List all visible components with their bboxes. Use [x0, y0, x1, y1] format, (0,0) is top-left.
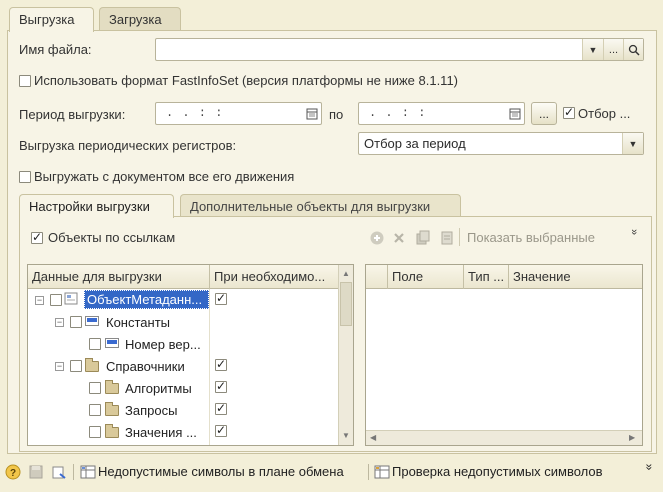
movements-label: Выгружать с документом все его движения	[34, 169, 295, 184]
export-data-tree: Данные для выгрузки При необходимо... − …	[27, 264, 354, 446]
periodic-dropdown-button[interactable]: ▼	[622, 133, 643, 154]
more-chevron-icon[interactable]: »	[628, 229, 640, 235]
tab-import[interactable]: Загрузка	[99, 7, 181, 31]
row-checkbox[interactable]	[70, 316, 82, 328]
invalid-symbols-plan-button[interactable]: Недопустимые символы в плане обмена	[98, 464, 344, 479]
column-header-value[interactable]: Значение	[513, 269, 633, 284]
constant-icon	[105, 338, 119, 348]
show-selected-button[interactable]: Показать выбранные	[467, 230, 595, 245]
ref-objects-checkbox[interactable]	[31, 230, 43, 244]
if-needed-checkbox[interactable]	[215, 423, 227, 437]
column-header-data[interactable]: Данные для выгрузки	[32, 269, 207, 284]
period-to-label: по	[329, 107, 344, 122]
scroll-thumb[interactable]	[340, 282, 352, 326]
collapse-icon[interactable]: −	[55, 318, 64, 327]
tab-additional-objects[interactable]: Дополнительные объекты для выгрузки	[180, 194, 461, 217]
tab-settings[interactable]: Настройки выгрузки	[19, 194, 174, 218]
metadata-icon	[64, 292, 78, 305]
movements-checkbox[interactable]	[19, 171, 31, 183]
folder-icon	[105, 380, 119, 394]
status-more-icon[interactable]: »	[642, 464, 656, 471]
tab-export[interactable]: Выгрузка	[9, 7, 94, 32]
period-to-value: . . : :	[369, 106, 427, 120]
search-button[interactable]	[623, 39, 643, 60]
row-label: Константы	[106, 315, 170, 330]
file-name-label: Имя файла:	[19, 42, 92, 57]
filter-checkbox[interactable]	[563, 105, 575, 119]
row-checkbox[interactable]	[70, 360, 82, 372]
copy-icon[interactable]	[415, 230, 431, 246]
file-name-field[interactable]: ▼ ...	[155, 38, 644, 61]
table-grid-icon	[80, 465, 96, 479]
dropdown-button[interactable]: ▼	[582, 39, 603, 60]
check-symbols-icon	[374, 465, 390, 479]
ref-objects-label: Объекты по ссылкам	[48, 230, 176, 245]
calendar-to-button[interactable]	[504, 103, 525, 124]
tab-export-label: Выгрузка	[19, 12, 75, 27]
if-needed-checkbox[interactable]	[215, 401, 227, 415]
open-file-icon[interactable]	[51, 464, 67, 480]
column-header-field[interactable]: Поле	[392, 269, 462, 284]
calendar-from-button[interactable]	[301, 103, 322, 124]
period-label: Период выгрузки:	[19, 107, 126, 122]
row-checkbox[interactable]	[50, 294, 62, 306]
tab-additional-label: Дополнительные объекты для выгрузки	[190, 199, 431, 214]
choose-label: ...	[608, 43, 619, 56]
chevron-down-icon: ▼	[628, 138, 638, 149]
tree-scrollbar[interactable]: ▲ ▼	[338, 265, 353, 445]
chevron-down-icon: ▼	[588, 44, 598, 55]
row-label: ОбъектМетаданн...	[87, 292, 203, 307]
folder-icon	[105, 424, 119, 438]
period-from-value: . . : :	[166, 106, 224, 120]
row-checkbox[interactable]	[89, 338, 101, 350]
period-from-field[interactable]: . . : :	[155, 102, 322, 125]
row-label: Номер вер...	[125, 337, 201, 352]
row-label: Значения ...	[125, 425, 197, 440]
calendar-icon	[306, 108, 317, 119]
row-checkbox[interactable]	[89, 382, 101, 394]
constants-icon	[85, 316, 99, 326]
periodic-label: Выгрузка периодических регистров:	[19, 138, 237, 153]
period-select-button[interactable]: ...	[531, 102, 557, 125]
periodic-value: Отбор за период	[364, 136, 466, 151]
column-header-if-needed[interactable]: При необходимо...	[214, 269, 334, 284]
calendar-icon	[509, 108, 520, 119]
list-icon[interactable]	[440, 230, 456, 246]
row-checkbox[interactable]	[89, 426, 101, 438]
column-header-type[interactable]: Тип ...	[468, 269, 508, 284]
check-invalid-symbols-button[interactable]: Проверка недопустимых символов	[392, 464, 603, 479]
svg-text:?: ?	[10, 468, 16, 479]
collapse-icon[interactable]: −	[55, 362, 64, 371]
period-to-field[interactable]: . . : :	[358, 102, 525, 125]
if-needed-checkbox[interactable]	[215, 291, 227, 305]
period-select-label: ...	[538, 106, 549, 121]
field-values-table: Поле Тип ... Значение ◀ ▶	[365, 264, 643, 446]
table-h-scrollbar[interactable]: ◀ ▶	[366, 430, 642, 445]
if-needed-checkbox[interactable]	[215, 357, 227, 371]
fastinfoset-label: Использовать формат FastInfoSet (версия …	[34, 73, 459, 88]
row-checkbox[interactable]	[89, 404, 101, 416]
filter-label: Отбор ...	[578, 106, 631, 121]
disk-icon[interactable]	[28, 464, 44, 480]
fastinfoset-checkbox[interactable]	[19, 75, 31, 87]
help-icon[interactable]: ?	[5, 464, 21, 480]
table-header: Поле Тип ... Значение	[366, 265, 642, 289]
folder-icon	[85, 358, 99, 372]
row-label: Алгоритмы	[125, 381, 192, 396]
folder-icon	[105, 402, 119, 416]
add-icon[interactable]	[369, 230, 385, 246]
row-label: Справочники	[106, 359, 185, 374]
toolbar-separator	[459, 228, 460, 246]
tab-settings-label: Настройки выгрузки	[29, 199, 150, 214]
if-needed-checkbox[interactable]	[215, 379, 227, 393]
search-icon	[628, 44, 640, 56]
delete-icon[interactable]	[392, 231, 406, 245]
tree-header: Данные для выгрузки При необходимо...	[28, 265, 338, 289]
periodic-select[interactable]: Отбор за период ▼	[358, 132, 644, 155]
choose-file-button[interactable]: ...	[603, 39, 623, 60]
tab-import-label: Загрузка	[109, 12, 162, 27]
status-bar: ? Недопустимые символы в плане обмена Пр…	[0, 458, 663, 492]
row-label: Запросы	[125, 403, 178, 418]
collapse-icon[interactable]: −	[35, 296, 44, 305]
